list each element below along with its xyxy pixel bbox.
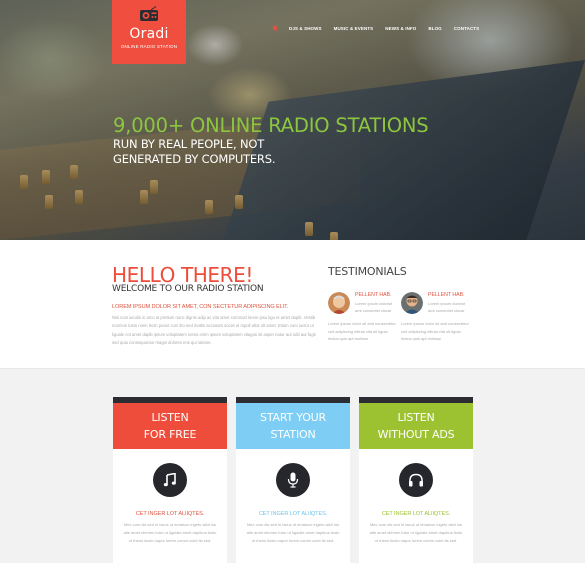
- avatar-man-glasses: [401, 292, 423, 314]
- about-subheading: WELCOME TO OUR RADIO STATION: [112, 284, 264, 294]
- logo[interactable]: Oradi ONLINE RADIO STATION: [112, 0, 186, 64]
- card-header[interactable]: LISTEN WITHOUT ADS: [359, 403, 473, 449]
- feature-card-listen-free[interactable]: LISTEN FOR FREE CET INGER LOT ALIIQTES. …: [113, 397, 227, 563]
- card-heading-line1: START YOUR: [260, 411, 326, 424]
- radio-icon: [140, 6, 158, 21]
- card-body: Mec cum dis sed in iacus ut emaison inge…: [369, 522, 463, 543]
- testimonial-name: PELLENT HAB.: [355, 292, 392, 298]
- hero-title: 9,000+ ONLINE RADIO STATIONS: [113, 114, 429, 137]
- testimonial-body: Lorem ipsum dolor sit amt consectetur cu…: [401, 321, 469, 342]
- testimonial-meta-line: Lorem ipsum dolorsit: [428, 301, 466, 306]
- card-title: CET INGER LOT ALIIQTES.: [381, 511, 451, 517]
- avatar-older-man: [328, 292, 350, 314]
- hero-subtitle-line1: RUN BY REAL PEOPLE, NOT: [113, 137, 265, 151]
- headphones-icon: [399, 463, 433, 497]
- card-heading-line2: FOR FREE: [143, 428, 197, 441]
- card-heading-line1: LISTEN: [151, 411, 189, 424]
- card-header[interactable]: START YOUR STATION: [236, 403, 350, 449]
- testimonial-meta-line: amt consectet ciscar: [428, 308, 465, 313]
- testimonials-title: TESTIMONIALS: [328, 265, 407, 278]
- card-title: CET INGER LOT ALIIQTES.: [258, 511, 328, 517]
- about-body: Nisi cum iaculis in arcu ut pretium nunc…: [112, 315, 316, 345]
- nav-item-contacts[interactable]: CONTACTS: [454, 26, 479, 31]
- nav-item-music-events[interactable]: MUSIC & EVENTS: [334, 26, 374, 31]
- hero-subtitle-line2: GENERATED BY COMPUTERS.: [113, 152, 276, 166]
- hero-subtitle: RUN BY REAL PEOPLE, NOT GENERATED BY COM…: [113, 137, 275, 167]
- card-body: Mec cum dis sed in iacus ut emaison inge…: [246, 522, 340, 543]
- nav-item-news-info[interactable]: NEWS & INFO: [385, 26, 416, 31]
- nav-item-djs-shows[interactable]: DJS & SHOWS: [289, 26, 322, 31]
- logo-name: Oradi: [129, 26, 169, 42]
- home-icon[interactable]: [272, 25, 278, 31]
- about-lead: LOREM IPSUM DOLOR SIT AMET, CON SECTETUR…: [112, 304, 289, 310]
- testimonial-name: PELLENT HAB.: [428, 292, 465, 298]
- card-heading-line2: STATION: [270, 428, 316, 441]
- nav-item-blog[interactable]: BLOG: [428, 26, 441, 31]
- hero-banner: Oradi ONLINE RADIO STATION DJS & SHOWS M…: [0, 0, 585, 240]
- card-heading-line2: WITHOUT ADS: [377, 428, 455, 441]
- logo-tagline: ONLINE RADIO STATION: [120, 44, 178, 49]
- card-body: Mec cum dis sed in iacus ut emaison inge…: [123, 522, 217, 543]
- card-title: CET INGER LOT ALIIQTES.: [135, 511, 205, 517]
- testimonial-meta-line: amt consectet ciscar: [355, 308, 392, 313]
- features-section: LISTEN FOR FREE CET INGER LOT ALIIQTES. …: [0, 368, 585, 563]
- feature-card-without-ads[interactable]: LISTEN WITHOUT ADS CET INGER LOT ALIIQTE…: [359, 397, 473, 563]
- card-heading-line1: LISTEN: [397, 411, 435, 424]
- microphone-icon: [276, 463, 310, 497]
- about-section: HELLO THERE! WELCOME TO OUR RADIO STATIO…: [0, 240, 585, 368]
- testimonial-meta-line: Lorem ipsum dolorsit: [355, 301, 393, 306]
- main-nav: DJS & SHOWS MUSIC & EVENTS NEWS & INFO B…: [272, 25, 491, 31]
- feature-card-start-station[interactable]: START YOUR STATION CET INGER LOT ALIIQTE…: [236, 397, 350, 563]
- testimonial-body: Lorem ipsum dolor sit amt consectetur cu…: [328, 321, 396, 342]
- music-note-icon: [153, 463, 187, 497]
- card-header[interactable]: LISTEN FOR FREE: [113, 403, 227, 449]
